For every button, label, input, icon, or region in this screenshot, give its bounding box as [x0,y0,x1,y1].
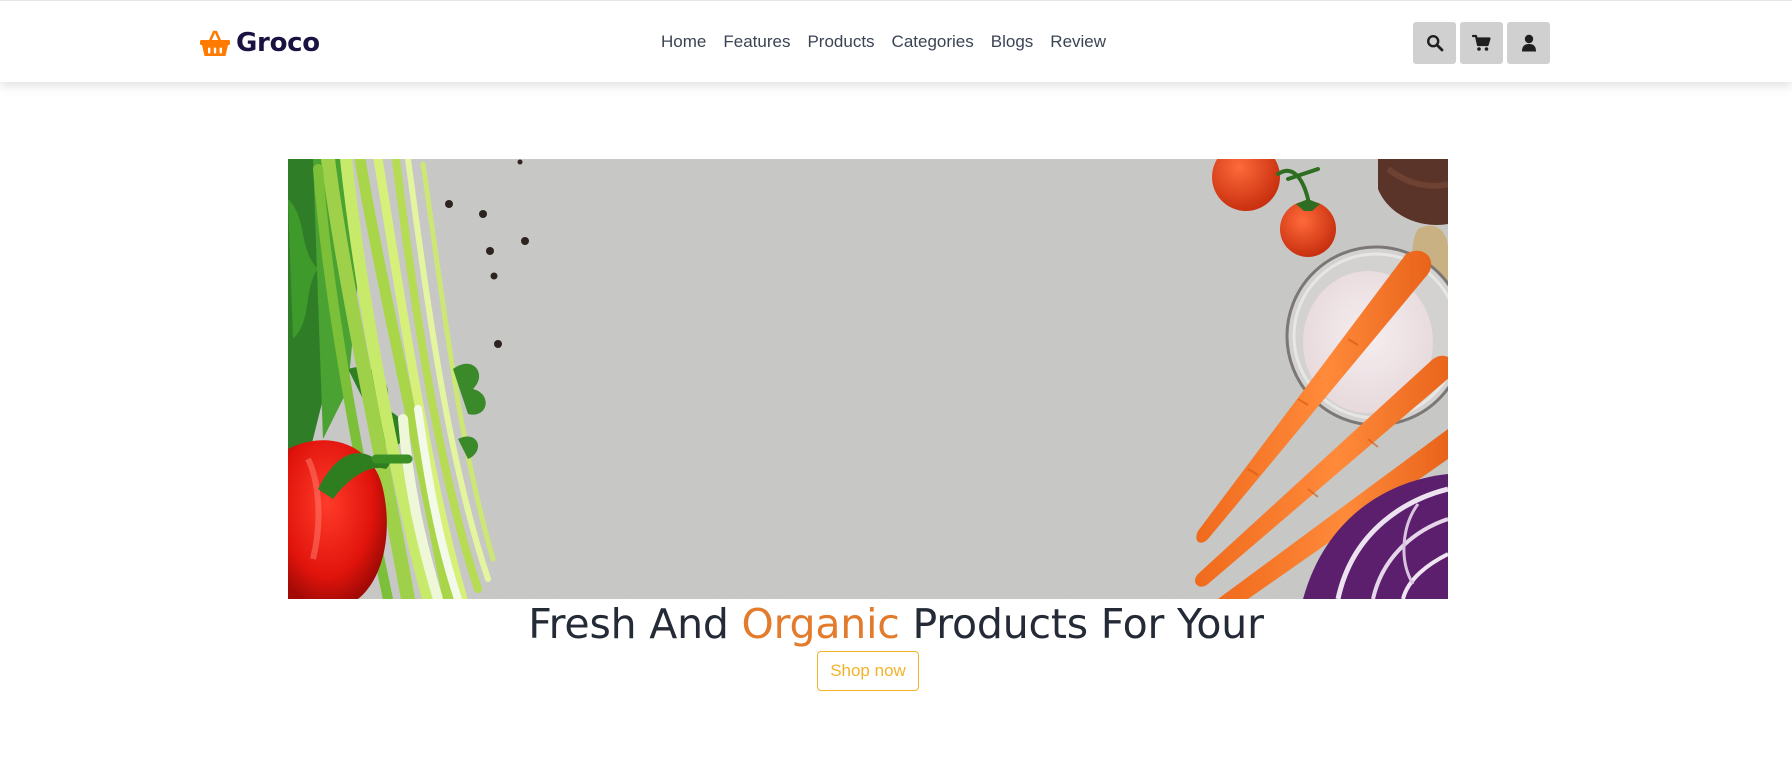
hero-headline: Fresh And Organic Products For Your [0,597,1792,651]
nav-features[interactable]: Features [723,31,790,53]
headline-accent: Organic [741,600,900,648]
header-icon-group [1413,22,1550,64]
brand-logo[interactable]: Groco [199,28,320,58]
cart-icon [1472,34,1491,51]
site-header: Groco Home Features Products Categories … [0,0,1792,82]
nav-blogs[interactable]: Blogs [991,31,1034,53]
headline-part-2: Products For Your [899,600,1264,648]
user-button[interactable] [1507,22,1550,64]
search-button[interactable] [1413,22,1456,64]
user-icon [1521,34,1536,52]
nav-products[interactable]: Products [807,31,874,53]
shop-now-button[interactable]: Shop now [817,651,919,691]
main-nav: Home Features Products Categories Blogs … [661,31,1106,53]
shopping-basket-icon [200,30,230,56]
nav-categories[interactable]: Categories [892,31,974,53]
brand-name: Groco [236,28,320,58]
hero-image [288,159,1448,599]
headline-part-1: Fresh And [528,600,742,648]
nav-home[interactable]: Home [661,31,706,53]
nav-review[interactable]: Review [1050,31,1106,53]
cart-button[interactable] [1460,22,1503,64]
search-icon [1426,34,1443,52]
vegetables-image [288,159,1448,599]
